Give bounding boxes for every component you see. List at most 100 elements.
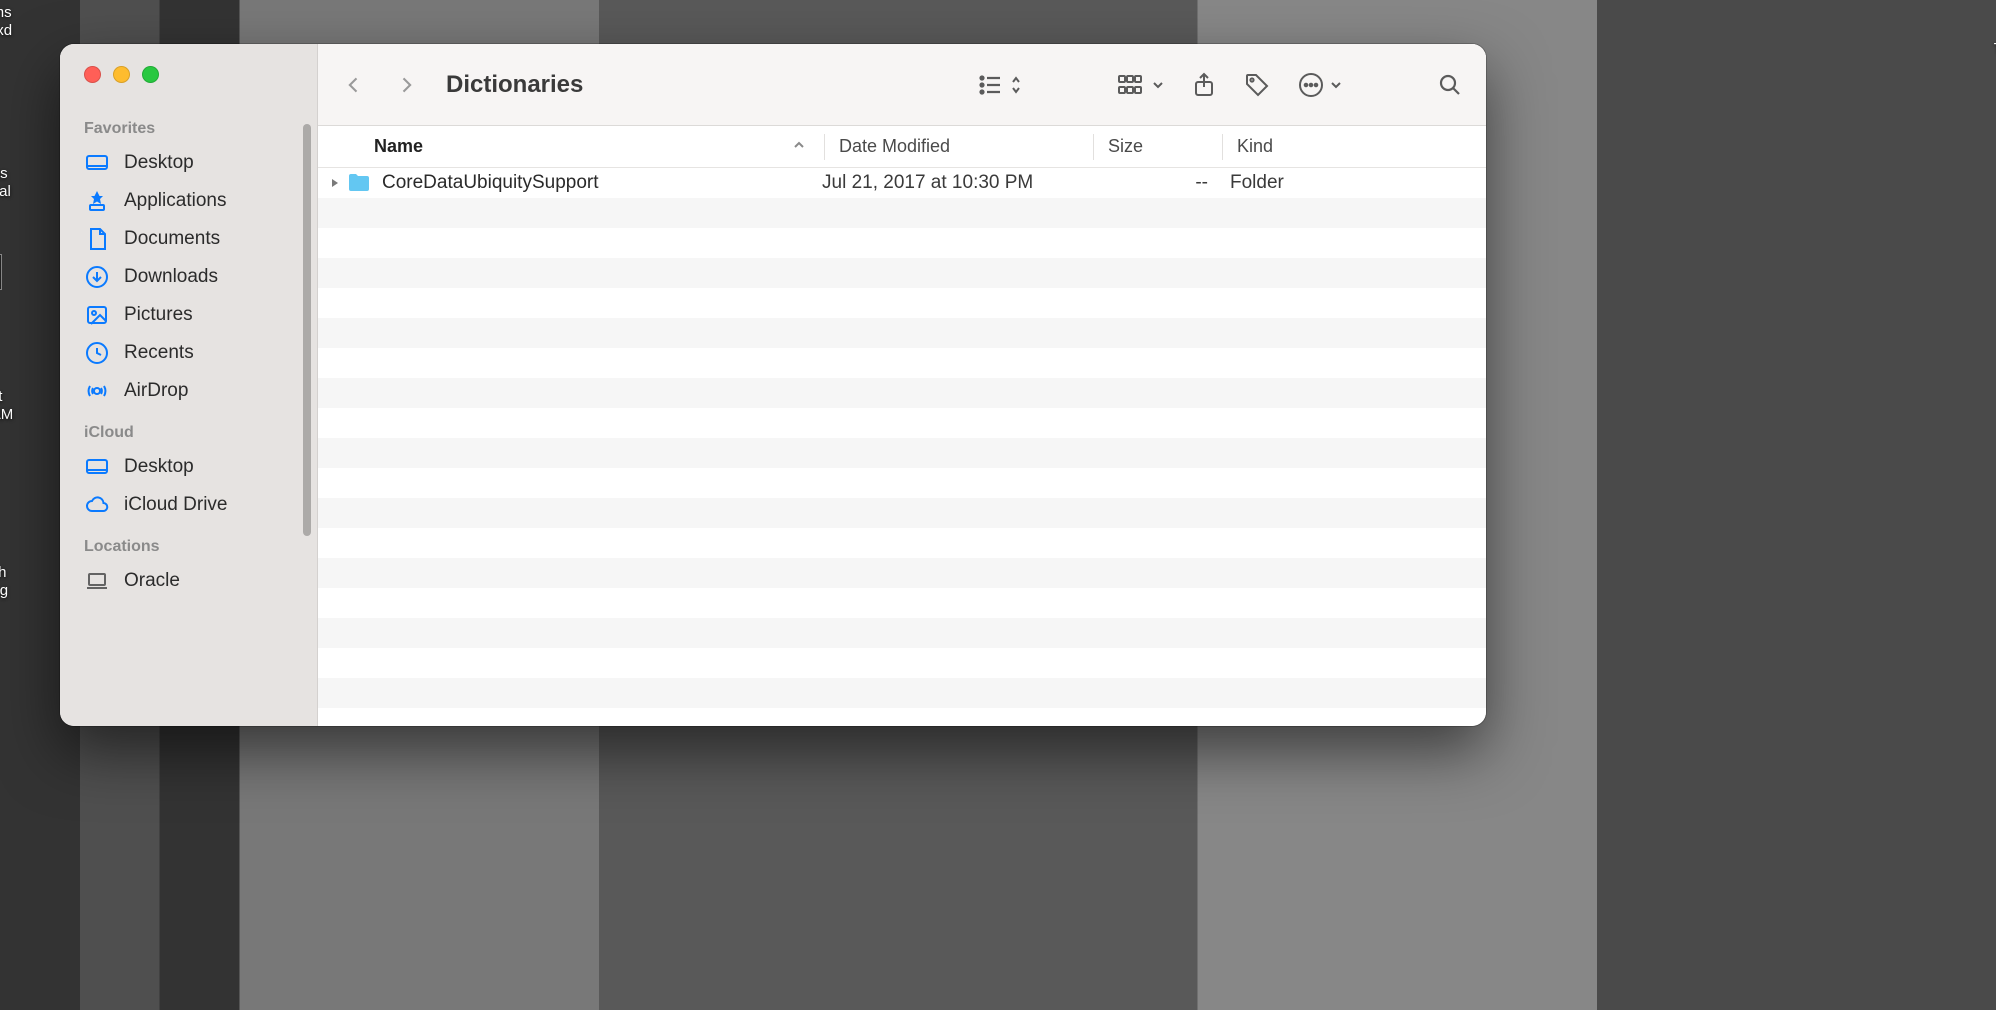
empty-row [318,378,1486,408]
toolbar-controls [978,67,1462,103]
column-header-label: Name [374,136,423,157]
sidebar-item-label: AirDrop [124,380,188,402]
group-by-button[interactable] [1118,67,1164,103]
desktop-item-label: oxd [0,22,40,40]
empty-row [318,198,1486,228]
more-actions-button[interactable] [1298,67,1342,103]
close-button[interactable] [84,66,101,83]
recents-icon [84,340,110,366]
main-pane: Dictionaries [318,44,1486,726]
sidebar-item-label: iCloud Drive [124,494,227,516]
desktop-item[interactable]: TO [1964,40,1996,58]
file-row[interactable]: CoreDataUbiquitySupport Jul 21, 2017 at … [318,168,1486,198]
sidebar-item-oracle[interactable]: Oracle [60,562,317,600]
empty-row [318,558,1486,588]
sidebar-section-favorites: Favorites [60,106,317,144]
sort-ascending-icon [792,136,806,157]
empty-row [318,498,1486,528]
sidebar-item-label: Downloads [124,266,218,288]
finder-window: Favorites Desktop Applications Documents [60,44,1486,726]
file-name: CoreDataUbiquitySupport [382,172,599,194]
sidebar-item-recents[interactable]: Recents [60,334,317,372]
file-kind: Folder [1230,172,1486,194]
sidebar-item-icloud-desktop[interactable]: Desktop [60,448,317,486]
applications-icon [84,188,110,214]
desktop-item[interactable]: not 33 AM [0,388,32,424]
column-header-label: Date Modified [839,136,950,157]
chevron-down-icon [1330,79,1342,91]
sidebar-scroll: Favorites Desktop Applications Documents [60,102,317,726]
desktop-item-label: lms [0,4,40,22]
airdrop-icon [84,378,110,404]
sidebar-item-documents[interactable]: Documents [60,220,317,258]
sidebar-item-label: Documents [124,228,220,250]
desktop-item[interactable]: uth .jpg [0,564,36,600]
empty-row [318,528,1486,558]
view-mode-list-button[interactable] [978,67,1022,103]
desktop-icon [84,454,110,480]
desktop-item-label: Viral [0,183,36,201]
search-icon [1438,73,1462,97]
empty-row [318,618,1486,648]
empty-row [318,408,1486,438]
sidebar-item-airdrop[interactable]: AirDrop [60,372,317,410]
column-header-size[interactable]: Size [1094,136,1222,157]
sidebar-section-icloud: iCloud [60,410,317,448]
forward-button[interactable] [388,67,424,103]
chevron-updown-icon [1010,74,1022,96]
empty-row [318,228,1486,258]
sidebar-item-desktop[interactable]: Desktop [60,144,317,182]
minimize-button[interactable] [113,66,130,83]
column-header-kind[interactable]: Kind [1223,136,1486,157]
thumbnail-icon [0,254,2,290]
tags-button[interactable] [1244,67,1270,103]
column-header-row: Name Date Modified Size Kind [318,126,1486,168]
empty-row [318,258,1486,288]
empty-row [318,678,1486,708]
folder-icon [346,172,372,194]
sidebar-item-icloud-drive[interactable]: iCloud Drive [60,486,317,524]
desktop-icon [84,150,110,176]
sidebar-item-label: Applications [124,190,226,212]
pictures-icon [84,302,110,328]
sidebar-item-applications[interactable]: Applications [60,182,317,220]
back-button[interactable] [336,67,372,103]
desktop-item[interactable]: lms oxd [0,4,40,40]
empty-row [318,438,1486,468]
empty-row [318,468,1486,498]
desktop-item-label: .jpg [0,582,36,600]
column-header-date[interactable]: Date Modified [825,136,1093,157]
chevron-down-icon [1152,79,1164,91]
empty-row [318,288,1486,318]
file-date: Jul 21, 2017 at 10:30 PM [822,172,1102,194]
disclosure-triangle-icon[interactable] [326,178,344,188]
sidebar-item-label: Desktop [124,152,194,174]
empty-row [318,348,1486,378]
sidebar-item-label: Desktop [124,456,194,478]
toolbar: Dictionaries [318,44,1486,126]
desktop-item[interactable]: ites Viral [0,165,36,201]
share-button[interactable] [1192,67,1216,103]
sidebar-item-label: Recents [124,342,194,364]
sidebar: Favorites Desktop Applications Documents [60,44,318,726]
file-list: CoreDataUbiquitySupport Jul 21, 2017 at … [318,168,1486,726]
window-controls [60,44,317,102]
sidebar-item-label: Pictures [124,304,193,326]
zoom-button[interactable] [142,66,159,83]
column-header-name[interactable]: Name [374,136,824,157]
column-header-label: Kind [1237,136,1273,157]
desktop-item-label: uth [0,564,36,582]
sidebar-item-downloads[interactable]: Downloads [60,258,317,296]
empty-row [318,648,1486,678]
desktop-item-label: ites [0,165,36,183]
desktop-item[interactable] [0,254,24,294]
sidebar-item-pictures[interactable]: Pictures [60,296,317,334]
empty-row [318,588,1486,618]
documents-icon [84,226,110,252]
search-button[interactable] [1438,67,1462,103]
empty-row [318,318,1486,348]
downloads-icon [84,264,110,290]
sidebar-section-locations: Locations [60,524,317,562]
laptop-icon [84,568,110,594]
sidebar-scrollbar[interactable] [303,124,311,536]
